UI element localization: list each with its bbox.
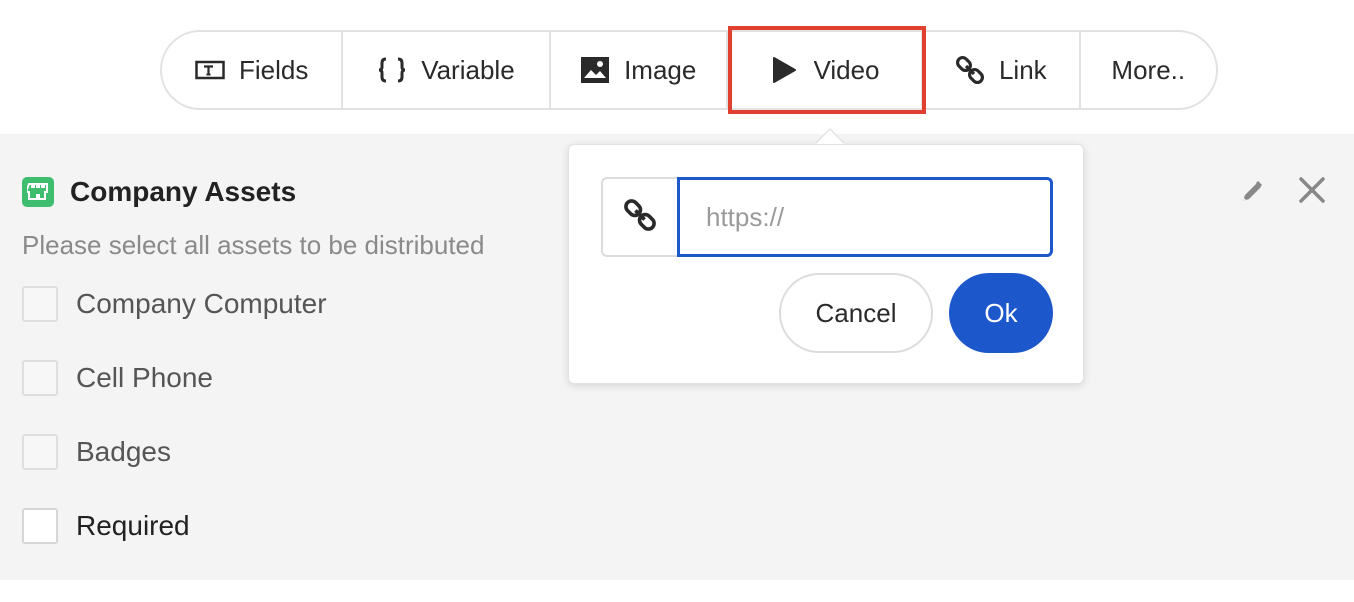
more-button[interactable]: More.. <box>1081 32 1216 108</box>
link-button[interactable]: Link <box>923 32 1081 108</box>
link-icon <box>623 198 657 237</box>
image-button[interactable]: Image <box>551 32 728 108</box>
url-addon <box>601 177 677 257</box>
insert-toolbar: Fields Variable Image Video Link More.. <box>160 30 1218 110</box>
fields-label: Fields <box>238 54 309 85</box>
ok-button[interactable]: Ok <box>949 273 1053 353</box>
panel-header: Company Assets <box>22 176 296 208</box>
close-icon[interactable] <box>1298 176 1326 204</box>
variable-button[interactable]: Variable <box>343 32 551 108</box>
image-icon <box>580 55 610 85</box>
more-label: More.. <box>1111 54 1186 85</box>
image-label: Image <box>624 54 697 85</box>
video-url-popover: Cancel Ok <box>568 144 1084 384</box>
cancel-button[interactable]: Cancel <box>779 273 933 353</box>
link-icon <box>955 55 985 85</box>
panel-title: Company Assets <box>70 176 297 207</box>
option-company-computer[interactable]: Company Computer <box>22 286 327 322</box>
option-label: Company Computer <box>76 288 327 319</box>
checkbox[interactable] <box>22 360 58 396</box>
castle-icon <box>22 177 54 207</box>
video-label: Video <box>813 54 880 85</box>
option-badges[interactable]: Badges <box>22 434 171 470</box>
variable-label: Variable <box>421 54 515 85</box>
option-label: Badges <box>76 436 171 467</box>
play-icon <box>769 55 799 85</box>
fields-button[interactable]: Fields <box>162 32 344 108</box>
url-input-group <box>601 177 1053 257</box>
option-label: Cell Phone <box>76 362 213 393</box>
required-checkbox[interactable] <box>22 508 58 544</box>
video-button[interactable]: Video <box>728 32 924 108</box>
stage: Company Assets Please select all assets … <box>0 0 1354 602</box>
pencil-icon[interactable] <box>1238 178 1266 206</box>
link-label: Link <box>998 54 1047 85</box>
panel-description: Please select all assets to be distribut… <box>22 230 485 260</box>
popover-arrow <box>816 130 844 144</box>
option-cell-phone[interactable]: Cell Phone <box>22 360 213 396</box>
required-toggle[interactable]: Required <box>22 508 190 544</box>
text-field-icon <box>195 55 225 85</box>
checkbox[interactable] <box>22 286 58 322</box>
braces-icon <box>377 55 407 85</box>
required-label: Required <box>76 510 190 541</box>
checkbox[interactable] <box>22 434 58 470</box>
video-url-input[interactable] <box>677 177 1053 257</box>
